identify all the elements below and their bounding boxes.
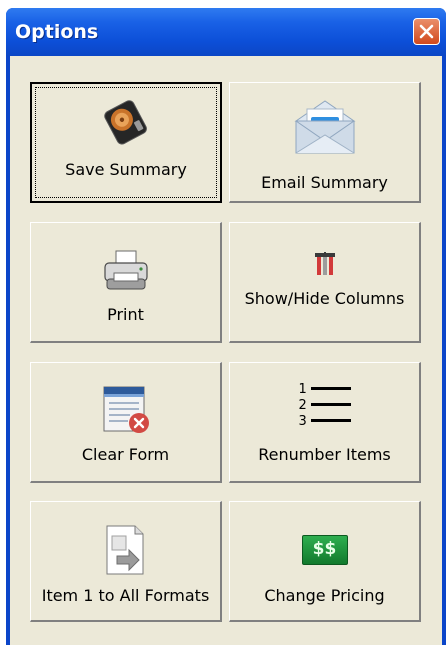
list-line [310,387,351,390]
save-summary-label: Save Summary [65,160,187,179]
clear-form-label: Clear Form [81,445,170,464]
email-summary-label: Email Summary [261,173,388,192]
save-summary-button[interactable]: Save Summary [30,82,222,203]
item1-to-all-formats-label: Item 1 to All Formats [41,586,210,605]
list-line [310,419,351,422]
money-icon: $$ [301,535,348,565]
envelope-icon [293,100,356,154]
options-panel: Save Summary Email Summary Print Show/Hi… [10,56,442,645]
columns-icon [314,252,335,275]
printer-icon [103,250,148,290]
print-button[interactable]: Print [30,222,222,343]
list-number-3: 3 [298,414,307,429]
clear-form-icon [103,386,149,433]
show-hide-columns-label: Show/Hide Columns [244,289,405,308]
list-line [310,403,351,406]
change-pricing-label: Change Pricing [264,586,385,605]
print-label: Print [107,305,144,324]
close-button[interactable] [413,18,440,45]
item1-to-all-formats-button[interactable]: Item 1 to All Formats [30,501,222,622]
title-bar[interactable]: Options [6,8,446,56]
window-title: Options [15,21,99,43]
renumber-items-button[interactable]: 1 2 3 Renumber Items [229,362,421,483]
copy-document-icon [106,525,143,575]
change-pricing-button[interactable]: $$ Change Pricing [229,501,421,622]
hard-drive-icon [104,100,147,145]
email-summary-button[interactable]: Email Summary [229,82,421,203]
clear-form-button[interactable]: Clear Form [30,362,222,483]
renumber-items-label: Renumber Items [258,445,391,464]
numbered-list-icon: 1 2 3 [297,381,353,439]
list-number-2: 2 [298,398,307,413]
show-hide-columns-button[interactable]: Show/Hide Columns [229,222,421,343]
options-window: Options Save Summary Email Summary Print… [6,8,446,645]
list-number-1: 1 [298,382,307,397]
close-icon [419,24,434,39]
money-icon-text: $$ [312,539,337,559]
